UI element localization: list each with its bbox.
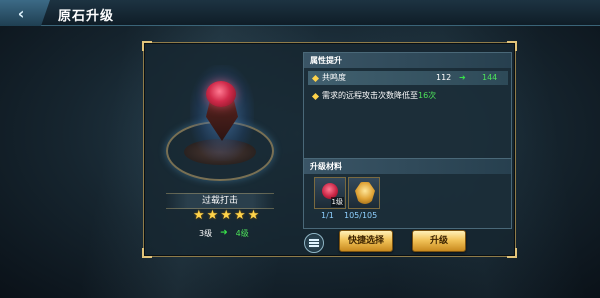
panel-corner <box>142 41 152 51</box>
skill-name: 过载打击 <box>166 193 274 209</box>
materials-section-title: 升级材料 <box>304 159 511 174</box>
requirement-value: 16次 <box>418 91 437 100</box>
requirement-row: 需求的远程攻击次数降低至16次 <box>308 89 508 103</box>
panel-corner <box>507 248 517 258</box>
requirement-prefix: 需求的远程攻击次数降低至 <box>322 91 418 100</box>
star-icon: ★ <box>193 208 205 223</box>
level-current: 3级 <box>199 228 213 238</box>
list-icon <box>309 239 319 247</box>
level-progress: 3级 ➜ 4级 <box>199 227 249 239</box>
attribute-section: 属性提升 共鸣度 112 ➜ 144 需求的远程攻击次数降低至16次 <box>303 52 512 159</box>
gold-crest-icon <box>355 182 375 204</box>
material-count-2: 105/105 <box>344 211 378 220</box>
star-icon: ★ <box>233 208 246 223</box>
upgrade-button[interactable]: 升级 <box>412 230 466 252</box>
diamond-icon <box>311 74 320 83</box>
material-level-badge: 1级 <box>330 197 344 207</box>
star-rating: ★ ★ ★ ★ ★ <box>193 209 273 223</box>
star-icon: ★ <box>247 208 260 223</box>
diamond-icon <box>311 92 320 101</box>
page-title: 原石升级 <box>58 9 115 24</box>
material-slot-2[interactable] <box>348 177 380 209</box>
attribute-section-title: 属性提升 <box>304 53 511 68</box>
materials-section: 升级材料 1级 1/1 105/105 <box>303 158 512 229</box>
back-arrow-icon: ‹ <box>17 3 25 23</box>
attribute-name: 共鸣度 <box>322 73 346 82</box>
upgrade-panel: 过载打击 ★ ★ ★ ★ ★ 3级 ➜ 4级 属性提升 共鸣度 112 ➜ 14… <box>142 41 517 258</box>
material-slot-1[interactable]: 1级 <box>314 177 346 209</box>
panel-corner <box>507 41 517 51</box>
top-bar: ‹ 原石升级 <box>0 0 600 26</box>
level-next: 4级 <box>235 228 249 238</box>
attribute-current-value: 112 <box>436 73 452 82</box>
rose-gem-icon <box>206 81 236 107</box>
star-icon: ★ <box>220 208 232 223</box>
attribute-next-value: 144 <box>482 73 498 82</box>
quick-select-button[interactable]: 快捷选择 <box>339 230 393 252</box>
material-count-1: 1/1 <box>321 211 334 220</box>
star-icon: ★ <box>206 208 219 223</box>
panel-corner <box>142 248 152 258</box>
back-button[interactable]: ‹ <box>0 0 50 26</box>
arrow-right-icon: ➜ <box>220 228 228 238</box>
arrow-right-icon: ➜ <box>459 73 466 82</box>
list-button[interactable] <box>304 233 324 253</box>
requirement-text: 需求的远程攻击次数降低至16次 <box>322 89 436 103</box>
attribute-row: 共鸣度 112 ➜ 144 <box>308 71 508 85</box>
